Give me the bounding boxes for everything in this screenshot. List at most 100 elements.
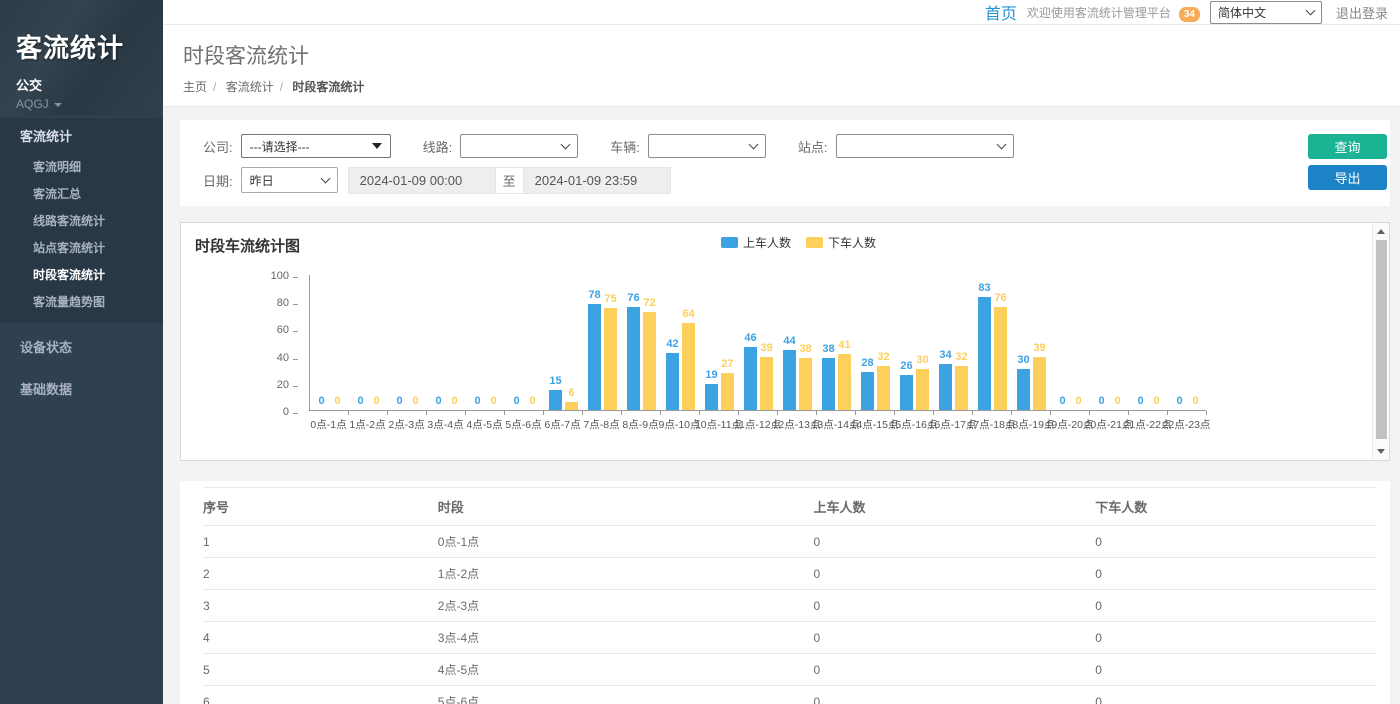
sidebar-subitem[interactable]: 客流汇总 xyxy=(0,180,163,207)
bar-value-label: 0 xyxy=(529,395,535,407)
chart-panel: 时段车流统计图 上车人数下车人数 020406080100 0000000000… xyxy=(180,222,1390,461)
sidebar-item-device-status[interactable]: 设备状态 xyxy=(0,328,163,365)
legend-swatch-icon xyxy=(721,237,738,248)
chart-category: 4438 xyxy=(778,275,817,410)
sidebar-subitem[interactable]: 线路客流统计 xyxy=(0,207,163,234)
export-button[interactable]: 导出 xyxy=(1308,165,1387,190)
notification-badge[interactable]: 34 xyxy=(1179,7,1200,22)
bar: 32 xyxy=(955,366,968,410)
logout-link[interactable]: 退出登录 xyxy=(1336,3,1388,22)
x-axis-label: 6点-7点 xyxy=(543,417,582,432)
bar: 44 xyxy=(783,350,796,410)
table-cell: 5 xyxy=(203,654,438,686)
welcome-text: 欢迎使用客流统计管理平台 xyxy=(1027,4,1171,21)
sidebar-subitem[interactable]: 站点客流统计 xyxy=(0,234,163,261)
chart-category: 2630 xyxy=(895,275,934,410)
chart-title: 时段车流统计图 xyxy=(195,235,300,256)
chart-category: 30 39 xyxy=(1012,275,1051,410)
x-axis-label: 16点-17点 xyxy=(933,417,972,432)
x-axis-label: 11点-12点 xyxy=(738,417,777,432)
sidebar-subitem[interactable]: 时段客流统计 xyxy=(0,261,163,288)
bar-value-label: 0 xyxy=(412,395,418,407)
bar-value-label: 38 xyxy=(822,343,834,355)
x-axis-label: 1点-2点 xyxy=(348,417,387,432)
table-cell: 1点-2点 xyxy=(438,558,814,590)
station-select[interactable] xyxy=(836,134,1014,158)
bar: 39 xyxy=(760,357,773,410)
legend-item[interactable]: 上车人数 xyxy=(721,234,791,251)
scroll-up-icon[interactable] xyxy=(1377,229,1385,234)
breadcrumb-home[interactable]: 主页 xyxy=(183,80,207,94)
chart-category: 00 xyxy=(388,275,427,410)
chart-category: 7875 xyxy=(583,275,622,410)
bar-value-label: 0 xyxy=(1137,395,1143,407)
chart-legend: 上车人数下车人数 xyxy=(721,234,876,251)
bar: 76 xyxy=(994,307,1007,410)
bar-value-label: 0 xyxy=(1075,395,1081,407)
vehicle-label: 车辆: xyxy=(610,137,640,156)
col-header-index: 序号 xyxy=(203,488,438,526)
bar-value-label: 32 xyxy=(955,351,967,363)
bar: 19 xyxy=(705,384,718,410)
chevron-down-icon xyxy=(561,139,571,149)
breadcrumb: 主页/ 客流统计/ 时段客流统计 xyxy=(183,78,1380,95)
top-header: 首页 欢迎使用客流统计管理平台 34 简体中文 退出登录 xyxy=(163,0,1400,25)
bar-value-label: 39 xyxy=(1033,342,1045,354)
chart-category: 00 xyxy=(310,275,349,410)
date-from-input[interactable]: 2024-01-09 00:00 xyxy=(348,167,496,194)
scroll-down-icon[interactable] xyxy=(1377,449,1385,454)
table-row: 32点-3点00 xyxy=(203,590,1377,622)
y-axis-tick: 80 xyxy=(249,297,289,309)
sidebar-subitem[interactable]: 客流明细 xyxy=(0,153,163,180)
dropdown-arrow-icon xyxy=(372,143,382,149)
chart-x-axis: 0点-1点1点-2点2点-3点3点-4点4点-5点5点-6点6点-7点7点-8点… xyxy=(309,417,1206,432)
sidebar: 客流统计 公交 AQGJ 客流统计 客流明细客流汇总线路客流统计站点客流统计时段… xyxy=(0,0,163,704)
breadcrumb-section[interactable]: 客流统计 xyxy=(226,80,274,94)
company-select[interactable]: ---请选择--- xyxy=(241,134,391,158)
y-axis-tick: 40 xyxy=(249,352,289,364)
x-axis-label: 17点-18点 xyxy=(972,417,1011,432)
language-select[interactable]: 简体中文 xyxy=(1210,1,1322,24)
x-axis-label: 20点-21点 xyxy=(1089,417,1128,432)
table-cell: 0 xyxy=(1095,686,1377,704)
chart-category: 00 xyxy=(1168,275,1207,410)
bar: 72 xyxy=(643,312,656,410)
caret-down-icon xyxy=(54,103,62,107)
sidebar-item-passenger-stats[interactable]: 客流统计 xyxy=(0,118,163,153)
y-axis-tick: 60 xyxy=(249,324,289,336)
bar-value-label: 6 xyxy=(568,387,574,399)
sidebar-submenu: 客流明细客流汇总线路客流统计站点客流统计时段客流统计客流量趋势图 xyxy=(0,153,163,323)
query-button[interactable]: 查询 xyxy=(1308,134,1387,159)
org-code-dropdown[interactable]: AQGJ xyxy=(16,97,147,111)
sidebar-brand-area: 客流统计 公交 AQGJ xyxy=(0,0,163,115)
table-cell: 0 xyxy=(813,558,1095,590)
table-cell: 4 xyxy=(203,622,438,654)
col-header-boarding: 上车人数 xyxy=(813,488,1095,526)
x-axis-label: 12点-13点 xyxy=(777,417,816,432)
bar-value-label: 30 xyxy=(1017,354,1029,366)
breadcrumb-separator: / xyxy=(280,80,283,94)
company-select-value: ---请选择--- xyxy=(250,138,310,155)
chart-category: 00 xyxy=(349,275,388,410)
sidebar-nav: 客流统计 客流明细客流汇总线路客流统计站点客流统计时段客流统计客流量趋势图 设备… xyxy=(0,118,163,407)
vehicle-select[interactable] xyxy=(648,134,766,158)
scrollbar-thumb[interactable] xyxy=(1376,240,1387,439)
bar-value-label: 78 xyxy=(588,289,600,301)
sidebar-item-base-data[interactable]: 基础数据 xyxy=(0,370,163,407)
x-axis-label: 15点-16点 xyxy=(894,417,933,432)
bar-value-label: 0 xyxy=(396,395,402,407)
bar-value-label: 0 xyxy=(334,395,340,407)
bar: 64 xyxy=(682,323,695,410)
line-select[interactable] xyxy=(460,134,578,158)
col-header-alighting: 下车人数 xyxy=(1095,488,1377,526)
home-link[interactable]: 首页 xyxy=(985,0,1017,24)
filter-row-2: 日期: 昨日 2024-01-09 00:00 至 2024-01-09 23:… xyxy=(203,167,1390,193)
chart-scrollbar[interactable] xyxy=(1372,223,1389,460)
date-to-input[interactable]: 2024-01-09 23:59 xyxy=(523,167,671,194)
sidebar-subitem[interactable]: 客流量趋势图 xyxy=(0,288,163,315)
date-preset-select[interactable]: 昨日 xyxy=(241,167,338,193)
table-cell: 6 xyxy=(203,686,438,704)
table-cell: 0 xyxy=(813,590,1095,622)
chart-category: 3841 xyxy=(817,275,856,410)
legend-item[interactable]: 下车人数 xyxy=(806,234,876,251)
